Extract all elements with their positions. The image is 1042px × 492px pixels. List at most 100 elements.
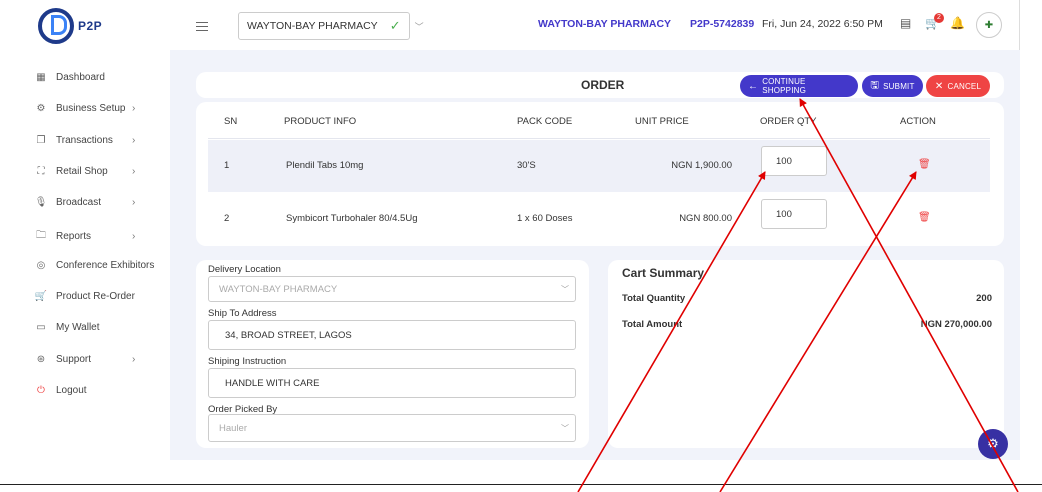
gear-icon: ⚙ [36,103,46,114]
sidebar-item-product-reorder[interactable]: 🛒 Product Re-Order [34,291,135,302]
cell-pack: 1 x 60 Doses [517,213,573,224]
cart-summary: Cart Summary Total Quantity 200 Total Am… [608,260,1004,448]
chevron-right-icon: › [132,197,136,208]
gear-icon: ⚙ [987,436,999,451]
chevron-down-icon[interactable]: ﹀ [415,20,424,33]
sidebar-item-label: Logout [56,385,87,396]
shipping-instruction-input[interactable]: HANDLE WITH CARE [208,368,576,398]
menu-toggle-icon[interactable] [196,22,208,31]
chevron-right-icon: › [132,231,136,242]
sidebar-item-support[interactable]: ⊛ Support › [34,354,136,365]
sidebar-item-label: Transactions [56,135,113,146]
store-name: WAYTON-BAY PHARMACY [538,18,672,30]
arrow-left-icon: ← [748,80,759,92]
mic-icon: 🎙 [34,197,48,208]
delivery-location-label: Delivery Location [208,264,281,275]
close-icon: ✕ [934,80,944,92]
cart-badge: 2 [934,13,944,23]
quantity-input[interactable]: 100 [761,146,827,176]
ship-to-address-label: Ship To Address [208,308,277,319]
sidebar: ▦ Dashboard ⚙ Business Setup › ❐ Transac… [0,50,170,492]
cancel-label: CANCEL [947,81,982,91]
sidebar-item-dashboard[interactable]: ▦ Dashboard [34,72,105,83]
save-icon: 🖫 [870,79,880,91]
cancel-button[interactable]: ✕ CANCEL [926,75,990,97]
top-bar: P2P WAYTON-BAY PHARMACY ✓ ﹀ WAYTON-BAY P… [0,0,1020,50]
account-code: P2P-5742839 [690,18,755,30]
sidebar-item-business-setup[interactable]: ⚙ Business Setup › [34,103,136,114]
target-icon: ◎ [36,260,46,271]
ship-to-address-value: 34, BROAD STREET, LAGOS [225,329,352,341]
store-select[interactable]: WAYTON-BAY PHARMACY ✓ ﹀ [238,12,424,40]
header-divider [208,138,990,139]
cell-product: Plendil Tabs 10mg [286,160,364,171]
main-content: ORDER ← CONTINUE SHOPPING 🖫 SUBMIT ✕ CAN… [170,50,1020,460]
column-header: PACK CODE [517,116,573,127]
chevron-right-icon: › [132,103,136,114]
cell-sn: 2 [224,213,230,224]
chevron-down-icon: ﹀ [561,284,569,294]
check-icon: ✓ [389,18,401,33]
sidebar-item-label: Support [56,354,92,365]
power-icon: ⏻ [37,385,45,396]
sidebar-item-label: Reports [56,231,92,242]
frame-icon: ⛶ [37,166,45,177]
sidebar-item-label: Broadcast [56,197,102,208]
folder-icon: 🗀 [36,230,46,241]
total-quantity-label: Total Quantity [622,293,686,304]
submit-label: SUBMIT [883,81,915,91]
order-picked-by-value: Hauler [219,422,247,434]
order-header: ORDER ← CONTINUE SHOPPING 🖫 SUBMIT ✕ CAN… [196,72,1004,98]
delivery-location-select[interactable]: WAYTON-BAY PHARMACY ﹀ [208,276,576,302]
avatar[interactable]: ✚ [976,12,1002,38]
cart-icon: 🛒 [34,291,48,302]
delivery-location-value: WAYTON-BAY PHARMACY [219,283,338,295]
cell-product: Symbicort Turbohaler 80/4.5Ug [286,213,418,224]
total-quantity-value: 200 [976,293,992,304]
total-amount-label: Total Amount [622,319,683,330]
settings-fab[interactable]: ⚙ [978,429,1008,459]
logo-text: P2P [78,19,103,33]
sidebar-item-reports[interactable]: 🗀 Reports › [34,228,135,245]
sidebar-item-label: My Wallet [56,322,100,333]
page-title: ORDER [581,78,625,92]
ship-to-address-input[interactable]: 34, BROAD STREET, LAGOS [208,320,576,350]
sidebar-item-my-wallet[interactable]: ▭ My Wallet [34,322,100,333]
cell-price: NGN 1,900.00 [671,160,732,171]
sidebar-item-label: Product Re-Order [56,291,135,302]
wallet-icon: ▭ [36,322,46,333]
sidebar-item-transactions[interactable]: ❐ Transactions › [34,135,136,146]
continue-shopping-label: CONTINUE SHOPPING [762,77,807,95]
sidebar-item-retail-shop[interactable]: ⛶ Retail Shop › [34,166,136,177]
copy-icon: ❐ [36,135,46,146]
sidebar-item-conference-exhibitors[interactable]: ◎ Conference Exhibitors [34,260,155,271]
lifebuoy-icon: ⊛ [36,354,46,365]
delivery-form: Delivery Location WAYTON-BAY PHARMACY ﹀ … [196,260,589,448]
order-picked-by-select[interactable]: Hauler ﹀ [208,414,576,442]
cell-pack: 30'S [517,160,536,171]
cell-price: NGN 800.00 [679,213,732,224]
quantity-input[interactable]: 100 [761,199,827,229]
bell-icon[interactable]: 🔔 [950,16,965,30]
column-header: UNIT PRICE [635,116,689,127]
trash-icon[interactable]: 🗑 [918,212,931,223]
logo-mark-icon [38,8,74,44]
cart-summary-title: Cart Summary [622,266,705,280]
sidebar-item-logout[interactable]: ⏻ Logout [34,385,87,396]
sidebar-item-broadcast[interactable]: 🎙 Broadcast › [34,197,136,208]
logo[interactable]: P2P [38,8,102,44]
datetime: Fri, Jun 24, 2022 6:50 PM [762,18,883,30]
continue-shopping-button[interactable]: ← CONTINUE SHOPPING [740,75,858,97]
total-amount-value: NGN 270,000.00 [920,319,992,330]
store-select-value: WAYTON-BAY PHARMACY [247,20,378,32]
calculator-icon[interactable]: ▤ [900,16,911,30]
sidebar-item-label: Business Setup [56,103,126,114]
submit-button[interactable]: 🖫 SUBMIT [862,75,923,97]
shipping-instruction-label: Shiping Instruction [208,356,287,367]
trash-icon[interactable]: 🗑 [918,159,931,170]
chevron-down-icon: ﹀ [561,423,569,433]
column-header: SN [224,116,238,127]
sidebar-item-label: Dashboard [56,72,105,83]
sidebar-item-label: Conference Exhibitors [56,260,155,271]
chevron-right-icon: › [132,166,136,177]
